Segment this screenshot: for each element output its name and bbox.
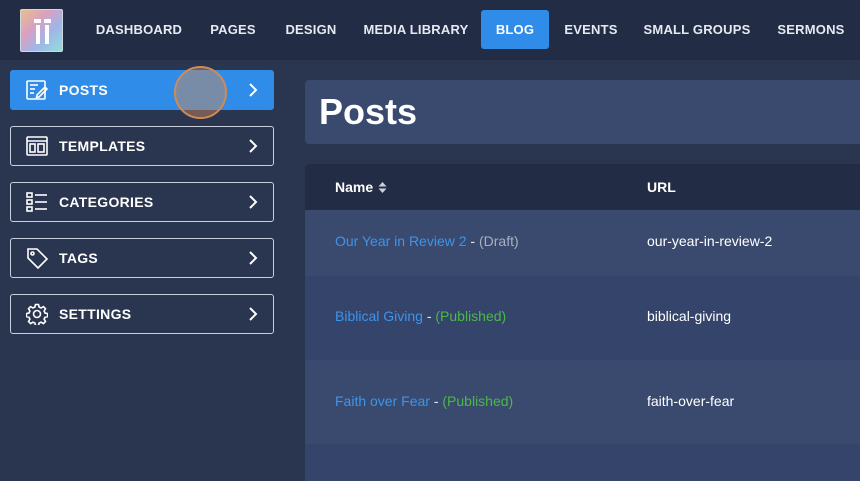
sidebar-item-label: CATEGORIES [59,194,154,210]
sidebar-item-label: TEMPLATES [59,138,146,154]
main-content: Posts Name URL Our Year in Review 2 - (D… [285,60,860,481]
logo-icon [34,19,51,44]
nav-design[interactable]: DESIGN [280,10,342,49]
posts-table: Name URL Our Year in Review 2 - (Draft) … [305,164,860,481]
nav-media-library[interactable]: MEDIA LIBRARY [362,10,470,49]
gear-icon [25,302,49,326]
nav-blog[interactable]: BLOG [481,10,549,49]
post-status: (Draft) [478,233,519,249]
post-status: (Published) [442,393,514,409]
post-url-cell: biblical-giving [647,308,732,324]
post-status: (Published) [435,308,507,324]
posts-icon [25,78,49,102]
post-name-cell: Our Year in Review 2 - (Draft) [335,233,519,249]
post-title-link[interactable]: Our Year in Review 2 [335,233,467,249]
column-header-url[interactable]: URL [647,179,676,195]
post-url-cell: faith-over-fear [647,393,735,409]
tag-icon [25,246,49,270]
sidebar: POSTS TEMPLATES CATEGORIES TAGS SETTINGS [0,60,285,481]
chevron-right-icon [249,307,258,321]
column-header-name[interactable]: Name [335,179,387,196]
separator: - [466,233,479,249]
page-title: Posts [319,91,418,132]
post-title-link[interactable]: Biblical Giving [335,308,423,324]
sidebar-item-label: TAGS [59,250,99,266]
sidebar-item-templates[interactable]: TEMPLATES [10,126,274,166]
sidebar-item-categories[interactable]: CATEGORIES [10,182,274,222]
chevron-right-icon [249,83,258,97]
sidebar-item-posts[interactable]: POSTS [10,70,274,110]
chevron-right-icon [249,139,258,153]
nav-pages[interactable]: PAGES [203,10,263,49]
nav-events[interactable]: EVENTS [559,10,623,49]
nav-dashboard[interactable]: DASHBOARD [92,10,186,49]
chevron-right-icon [249,195,258,209]
sidebar-item-settings[interactable]: SETTINGS [10,294,274,334]
post-title-link[interactable]: Faith over Fear [335,393,430,409]
page-header: Posts [305,80,860,144]
post-name-cell: Faith over Fear - (Published) [335,393,513,409]
separator: - [422,308,436,324]
sidebar-item-tags[interactable]: TAGS [10,238,274,278]
nav-sermons[interactable]: SERMONS [771,10,851,49]
app-logo[interactable] [20,9,63,52]
sidebar-item-label: POSTS [59,82,108,98]
table-row: Our Year in Review 2 - (Draft) our-year-… [305,210,860,276]
nav-small-groups[interactable]: SMALL GROUPS [641,10,753,49]
post-url-cell: our-year-in-review-2 [647,233,773,249]
sort-icon[interactable] [378,180,387,196]
separator: - [429,393,443,409]
list-icon [25,190,49,214]
chevron-right-icon [249,251,258,265]
top-navigation: DASHBOARD PAGES DESIGN MEDIA LIBRARY BLO… [0,0,860,60]
templates-icon [25,134,49,158]
table-row: Biblical Giving - (Published) biblical-g… [305,276,860,360]
table-row: Faith over Fear - (Published) faith-over… [305,360,860,444]
sidebar-item-label: SETTINGS [59,306,132,322]
table-header: Name URL [305,164,860,210]
post-name-cell: Biblical Giving - (Published) [335,308,506,324]
table-row [305,444,860,481]
column-label: Name [335,179,374,195]
